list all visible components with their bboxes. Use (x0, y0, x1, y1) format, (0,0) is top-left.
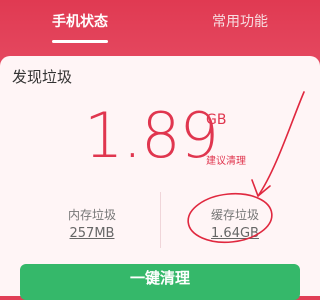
total-junk-value: 1.89 (84, 99, 219, 172)
tab-common-functions[interactable]: 常用功能 (160, 0, 320, 44)
cache-junk-label: 缓存垃圾 (210, 208, 259, 222)
tab-bar: 手机状态 常用功能 (0, 0, 320, 44)
card-title: 发现垃圾 (12, 68, 73, 86)
one-click-clean-button[interactable]: 一键清理 (20, 264, 300, 300)
junk-summary-card: 发现垃圾 1.89 GB 建议清理 内存垃圾 257MB 缓存垃圾 1.64GB (0, 56, 320, 296)
stats-divider (160, 192, 161, 248)
active-tab-indicator (52, 40, 108, 43)
tab-phone-status[interactable]: 手机状态 (0, 0, 160, 44)
cache-junk-value[interactable]: 1.64GB (195, 226, 275, 241)
total-junk-unit: GB (206, 112, 227, 128)
memory-junk-value[interactable]: 257MB (52, 226, 132, 241)
cleanup-advice: 建议清理 (206, 156, 246, 167)
memory-junk-label: 内存垃圾 (67, 208, 116, 222)
